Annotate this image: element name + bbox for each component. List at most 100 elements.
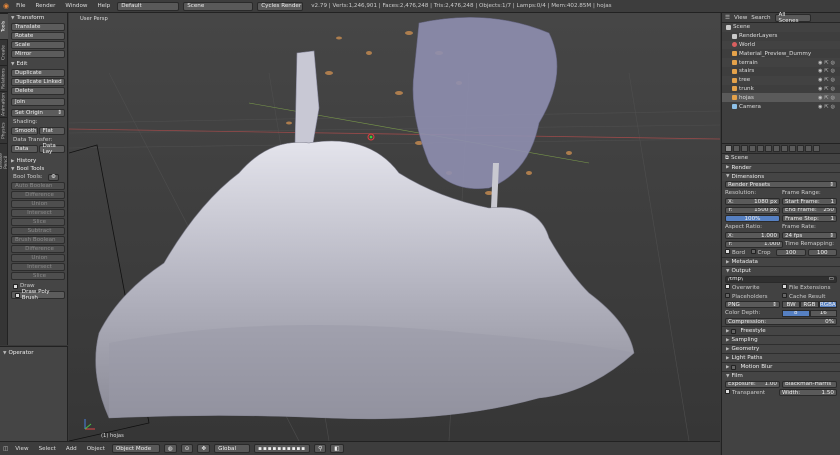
rgb-button[interactable]: RGB <box>800 301 819 309</box>
physics-tab-icon[interactable] <box>813 145 820 152</box>
placeholders-option[interactable]: Placeholders <box>725 292 780 300</box>
crop-checkbox[interactable] <box>750 249 756 255</box>
mirror-button[interactable]: Mirror <box>11 50 65 58</box>
freestyle-panel-header[interactable]: ▶ Freestyle <box>722 326 840 335</box>
render-preview-icon[interactable]: ◧ <box>330 444 344 453</box>
orientation-selector[interactable]: Global <box>214 444 251 453</box>
world-tab-icon[interactable] <box>749 145 756 152</box>
duplicate-button[interactable]: Duplicate <box>11 69 65 77</box>
outliner-display-mode[interactable]: All Scenes <box>774 12 811 24</box>
render-engine-selector[interactable]: Cycles Render <box>257 1 304 11</box>
border-option[interactable]: Bord <box>725 249 749 256</box>
visibility-icons[interactable]: ◉⇱◎ <box>818 95 837 101</box>
menu-object[interactable]: Object <box>84 446 108 452</box>
duplicate-linked-button[interactable]: Duplicate Linked <box>11 78 65 86</box>
rgba-button[interactable]: RGBA <box>818 301 837 309</box>
menu-file[interactable]: File <box>13 3 28 9</box>
visibility-icons[interactable]: ◉⇱◎ <box>818 68 837 74</box>
visibility-icons[interactable]: ◉⇱◎ <box>818 60 837 66</box>
panel-transform-header[interactable]: ▼ Transform <box>11 14 65 22</box>
auto-boolean-button[interactable]: Auto Boolean <box>11 182 65 190</box>
folder-icon[interactable]: ▭ <box>829 277 834 282</box>
render-layers-tab-icon[interactable] <box>733 145 740 152</box>
panel-bool-tools-header[interactable]: ▼ Bool Tools <box>11 165 65 173</box>
resolution-percentage-slider[interactable]: 100% <box>725 215 780 223</box>
smooth-button[interactable]: Smooth <box>11 127 38 135</box>
remap-old-field[interactable]: 100 <box>776 249 806 257</box>
menu-view[interactable]: View <box>12 446 31 452</box>
visibility-icons[interactable]: ◉⇱◎ <box>818 104 837 110</box>
tab-tools[interactable]: Tools <box>0 13 8 39</box>
render-panel-header[interactable]: ▶ Render <box>722 162 840 172</box>
menu-add[interactable]: Add <box>63 446 80 452</box>
outliner-editor-icon[interactable]: ☰ <box>725 15 730 21</box>
tab-animation[interactable]: Animation <box>0 91 8 117</box>
motion-blur-checkbox[interactable] <box>731 364 737 370</box>
depth-8-button[interactable]: 8 <box>782 309 810 317</box>
material-tab-icon[interactable] <box>789 145 796 152</box>
visibility-icons[interactable]: ◉⇱◎ <box>818 86 837 92</box>
menu-render[interactable]: Render <box>32 3 58 9</box>
auto-difference-button[interactable]: Difference <box>11 191 65 199</box>
compression-slider[interactable]: Compression: 0% <box>725 318 837 326</box>
file-extensions-option[interactable]: File Extensions <box>782 284 837 291</box>
flat-button[interactable]: Flat <box>38 127 65 135</box>
outliner-item-hojas[interactable]: hojas ◉⇱◎ <box>722 93 840 103</box>
transparent-checkbox[interactable] <box>725 389 730 395</box>
mode-selector[interactable]: Object Mode <box>111 444 160 453</box>
outliner-item-renderlayers[interactable]: RenderLayers <box>722 32 840 41</box>
scene-tab-icon[interactable] <box>741 145 748 152</box>
transparent-option[interactable]: Transparent <box>725 389 777 396</box>
operator-header[interactable]: ▼ Operator <box>3 349 64 357</box>
file-extensions-checkbox[interactable] <box>782 284 787 290</box>
overwrite-option[interactable]: Overwrite <box>725 284 780 291</box>
outliner-item-material-preview[interactable]: Material_Preview_Dummy <box>722 49 840 58</box>
exposure-field[interactable]: Exposure: 1.00 <box>725 380 780 388</box>
outliner-item-scene[interactable]: Scene <box>722 23 840 32</box>
outliner-item-trunk[interactable]: trunk ◉⇱◎ <box>722 85 840 94</box>
manipulator-icon[interactable]: ✥ <box>197 444 211 453</box>
filter-width-field[interactable]: Width: 1.50 <box>779 389 837 397</box>
menu-help[interactable]: Help <box>94 3 113 9</box>
film-panel-header[interactable]: ▼ Film <box>722 371 840 380</box>
draw-poly-brush-button[interactable]: Draw Poly Brush <box>11 289 65 301</box>
delete-button[interactable]: Delete <box>11 87 65 95</box>
brush-slice-button[interactable]: Slice <box>11 272 65 280</box>
layers-icon[interactable]: ▪▪▪▪▪▪▪▪▪▪ <box>254 444 311 453</box>
editor-type-icon[interactable]: ◫ <box>3 446 8 452</box>
render-presets-dropdown[interactable]: Render Presets ⇕ <box>725 181 837 189</box>
aspect-y-field[interactable]: Y: 1.000 <box>725 240 783 248</box>
tab-grease-pencil[interactable]: Grease Pencil <box>0 143 9 169</box>
auto-intersect-button[interactable]: Intersect <box>11 209 65 217</box>
light-paths-panel-header[interactable]: ▶ Light Paths <box>722 353 840 362</box>
outliner-item-world[interactable]: World <box>722 40 840 50</box>
outliner-item-tree[interactable]: tree ◉⇱◎ <box>722 75 840 85</box>
menu-window[interactable]: Window <box>62 3 90 9</box>
geometry-panel-header[interactable]: ▶ Geometry <box>722 344 840 353</box>
fps-dropdown[interactable]: 24 fps ⇕ <box>782 232 837 240</box>
frame-step-field[interactable]: Frame Step: 1 <box>782 215 837 223</box>
brush-intersect-button[interactable]: Intersect <box>11 263 65 271</box>
texture-tab-icon[interactable] <box>797 145 804 152</box>
outliner-item-terrain[interactable]: terrain ◉⇱◎ <box>722 58 840 67</box>
snap-icon[interactable]: ⚲ <box>314 444 327 453</box>
brush-boolean-button[interactable]: Brush Boolean <box>11 236 65 244</box>
data-tab-icon[interactable] <box>781 145 788 152</box>
menu-select[interactable]: Select <box>36 446 59 452</box>
outliner-item-stairs[interactable]: stairs ◉⇱◎ <box>722 67 840 76</box>
blender-logo-icon[interactable]: ◉ <box>3 2 9 10</box>
border-checkbox[interactable] <box>725 249 730 255</box>
layout-selector[interactable]: Default <box>117 1 180 11</box>
data-lay-button[interactable]: Data Lay <box>38 143 65 155</box>
sampling-panel-header[interactable]: ▶ Sampling <box>722 335 840 344</box>
bw-button[interactable]: BW <box>781 301 801 309</box>
freestyle-checkbox[interactable] <box>731 328 737 334</box>
bool-settings-icon[interactable]: ⚙ <box>47 173 59 181</box>
file-format-dropdown[interactable]: PNG ⇕ <box>725 301 780 309</box>
crop-option[interactable]: Crop <box>750 249 775 256</box>
outliner-menu-search[interactable]: Search <box>751 15 770 21</box>
panel-edit-header[interactable]: ▼ Edit <box>11 60 65 68</box>
constraints-tab-icon[interactable] <box>765 145 772 152</box>
data-button[interactable]: Data <box>11 145 38 153</box>
resolution-y-field[interactable]: Y: 1500 px <box>725 206 780 214</box>
